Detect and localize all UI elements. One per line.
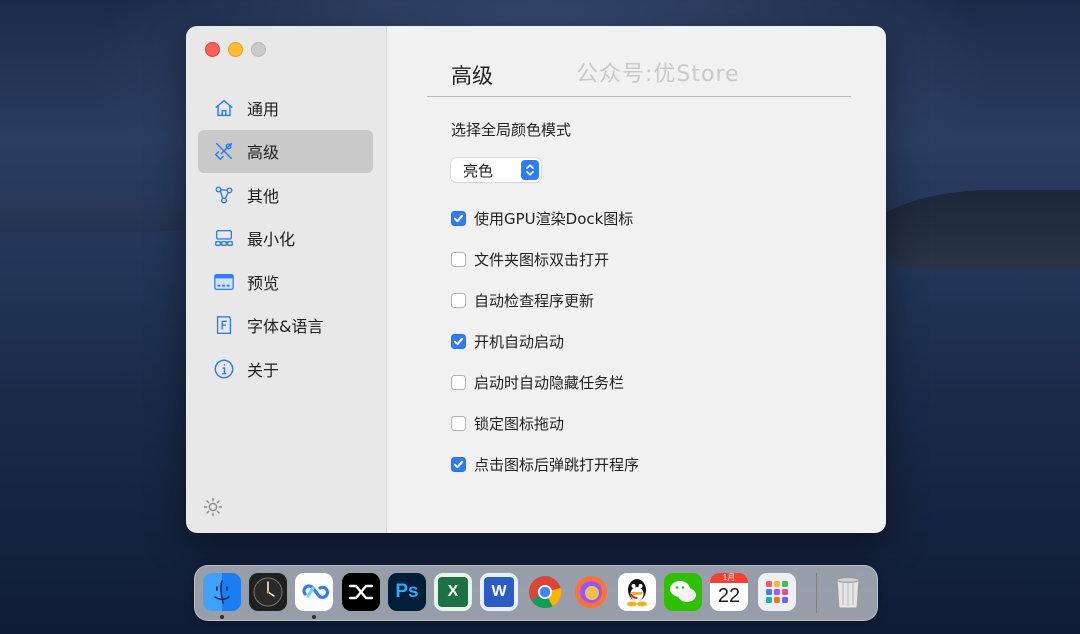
option-gpu-render[interactable]: 使用GPU渲染Dock图标 <box>451 198 639 239</box>
nodes-icon <box>212 183 236 207</box>
word-icon[interactable]: W <box>480 573 518 611</box>
sidebar-item-label: 关于 <box>247 360 280 380</box>
clock-icon[interactable] <box>249 573 287 611</box>
sidebar-item-font-language[interactable]: 字体&语言 <box>198 304 373 347</box>
sun-icon[interactable] <box>203 497 223 517</box>
dock: Ps X W 1月 22 <box>194 565 878 621</box>
color-mode-label: 选择全局颜色模式 <box>451 121 572 139</box>
capcut-icon[interactable] <box>342 573 380 611</box>
preview-icon <box>212 270 236 294</box>
sidebar-item-other[interactable]: 其他 <box>198 173 373 216</box>
sidebar-item-preview[interactable]: 预览 <box>198 260 373 303</box>
checkbox[interactable] <box>451 211 466 226</box>
close-button[interactable] <box>205 42 220 57</box>
checkbox[interactable] <box>451 416 466 431</box>
sidebar-nav: 通用 高级 其他 最小化 预览 字体&语言 关于 <box>198 86 373 391</box>
chevron-up-down-icon <box>521 160 539 180</box>
calendar-icon[interactable]: 1月 22 <box>710 573 748 611</box>
firefox-icon[interactable] <box>572 573 610 611</box>
option-hide-taskbar[interactable]: 启动时自动隐藏任务栏 <box>451 362 639 403</box>
sidebar-item-label: 预览 <box>247 273 280 293</box>
sidebar-item-label: 字体&语言 <box>247 317 324 336</box>
preferences-window: 通用 高级 其他 最小化 预览 字体&语言 关于 高级 公众号:优Store 选… <box>186 26 886 533</box>
word-glyph: W <box>484 577 514 607</box>
sidebar: 通用 高级 其他 最小化 预览 字体&语言 关于 <box>186 26 387 533</box>
page-title: 高级 <box>451 64 493 88</box>
minimize-icon <box>212 226 236 250</box>
excel-icon[interactable]: X <box>434 573 472 611</box>
chrome-icon[interactable] <box>526 573 564 611</box>
font-icon <box>212 313 236 337</box>
finder-icon[interactable] <box>203 573 241 611</box>
minimize-button[interactable] <box>228 42 243 57</box>
wallpaper-island-right <box>860 190 1080 270</box>
baidu-netdisk-icon[interactable] <box>295 573 333 611</box>
sidebar-item-minimize[interactable]: 最小化 <box>198 217 373 260</box>
option-label: 点击图标后弹跳打开程序 <box>474 456 640 474</box>
option-folder-double-click[interactable]: 文件夹图标双击打开 <box>451 239 639 280</box>
option-auto-update[interactable]: 自动检查程序更新 <box>451 280 639 321</box>
sidebar-item-advanced[interactable]: 高级 <box>198 129 373 173</box>
color-mode-value: 亮色 <box>463 161 494 180</box>
zoom-button[interactable] <box>251 42 266 57</box>
photoshop-icon[interactable]: Ps <box>388 573 426 611</box>
checkbox[interactable] <box>451 375 466 390</box>
option-bounce-on-click[interactable]: 点击图标后弹跳打开程序 <box>451 444 639 485</box>
sidebar-item-about[interactable]: 关于 <box>198 347 373 390</box>
option-label: 锁定图标拖动 <box>474 415 565 433</box>
excel-glyph: X <box>438 577 468 607</box>
tools-icon <box>212 139 236 163</box>
option-label: 启动时自动隐藏任务栏 <box>474 374 625 392</box>
dock-separator <box>816 573 817 613</box>
option-label: 开机自动启动 <box>474 333 565 351</box>
sidebar-item-label: 最小化 <box>247 230 296 249</box>
sidebar-item-label: 通用 <box>247 99 280 119</box>
window-controls <box>205 42 266 57</box>
wechat-icon[interactable] <box>664 573 702 611</box>
sidebar-item-label: 其他 <box>247 186 280 206</box>
options-list: 使用GPU渲染Dock图标 文件夹图标双击打开 自动检查程序更新 开机自动启动 … <box>451 198 639 485</box>
trash-icon[interactable] <box>829 573 867 611</box>
wallpaper-island-left <box>0 196 200 232</box>
info-icon <box>212 357 236 381</box>
qq-icon[interactable] <box>618 573 656 611</box>
option-label: 自动检查程序更新 <box>474 292 595 310</box>
option-label: 使用GPU渲染Dock图标 <box>474 210 634 228</box>
watermark: 公众号:优Store <box>576 62 740 87</box>
option-label: 文件夹图标双击打开 <box>474 251 610 269</box>
title-divider <box>427 96 851 97</box>
option-lock-icon-drag[interactable]: 锁定图标拖动 <box>451 403 639 444</box>
checkbox[interactable] <box>451 252 466 267</box>
checkbox[interactable] <box>451 457 466 472</box>
checkbox[interactable] <box>451 293 466 308</box>
running-indicator <box>312 615 316 619</box>
color-mode-select[interactable]: 亮色 <box>451 158 541 182</box>
sidebar-item-label: 高级 <box>247 143 280 162</box>
sidebar-item-general[interactable]: 通用 <box>198 86 373 129</box>
running-indicator <box>220 615 224 619</box>
option-launch-at-login[interactable]: 开机自动启动 <box>451 321 639 362</box>
content-panel: 高级 公众号:优Store 选择全局颜色模式 亮色 使用GPU渲染Dock图标 … <box>387 26 886 533</box>
launchpad-icon[interactable] <box>758 573 796 611</box>
checkbox[interactable] <box>451 334 466 349</box>
calendar-day: 22 <box>717 585 741 607</box>
calendar-month: 1月 <box>710 573 748 583</box>
home-icon <box>212 96 236 120</box>
